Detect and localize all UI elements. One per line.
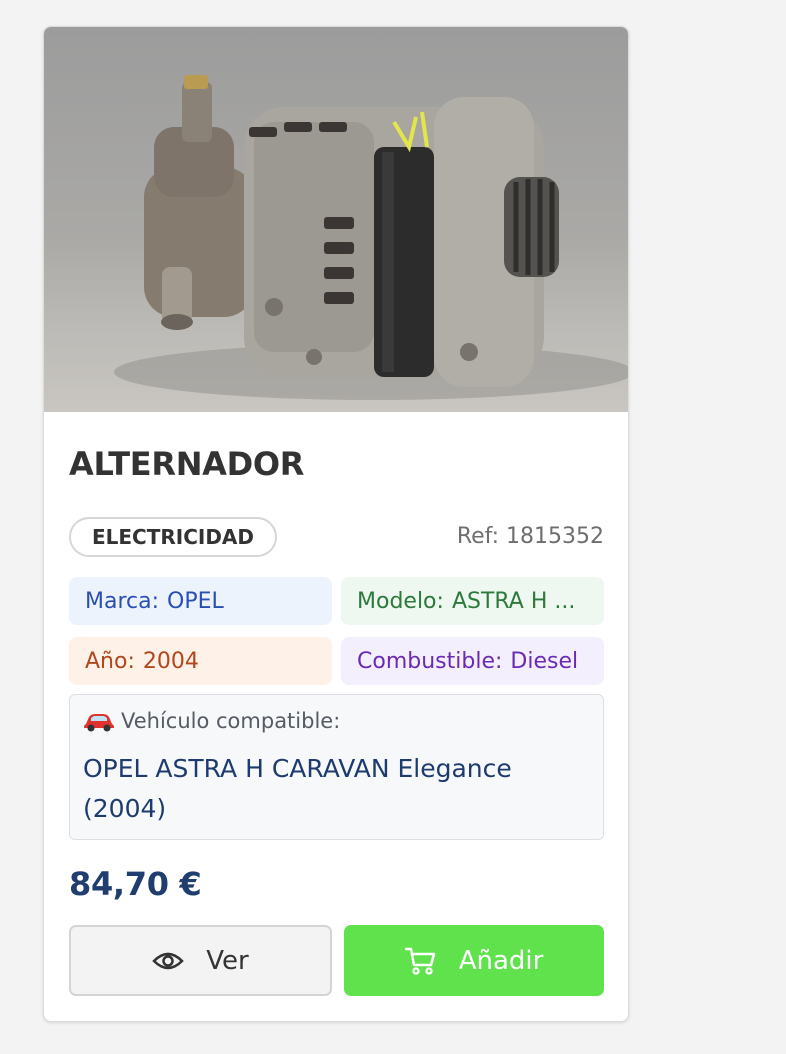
compatible-vehicle-label: Vehículo compatible: xyxy=(121,709,341,733)
brand-chip: Marca: OPEL xyxy=(69,577,332,625)
fuel-value: Diesel xyxy=(510,648,579,674)
brand-label: Marca: xyxy=(85,588,160,614)
add-to-cart-button[interactable]: Añadir xyxy=(344,925,604,996)
year-value: 2004 xyxy=(142,648,199,674)
product-title: ALTERNADOR xyxy=(69,445,305,483)
cart-icon xyxy=(404,946,437,976)
view-button-label: Ver xyxy=(206,945,249,976)
alternator-photo xyxy=(114,75,628,400)
year-chip: Año: 2004 xyxy=(69,637,332,685)
eye-icon xyxy=(152,950,185,972)
product-card: ALTERNADOR ELECTRICIDAD Ref: 1815352 Mar… xyxy=(43,26,629,1022)
compatible-vehicle-heading: Vehículo compatible: xyxy=(83,709,340,733)
fuel-chip: Combustible: Diesel xyxy=(341,637,604,685)
model-value: ASTRA H ... xyxy=(451,588,576,614)
compatible-vehicle-name: OPEL ASTRA H CARAVAN Elegance (2004) xyxy=(83,754,512,823)
brand-value: OPEL xyxy=(167,588,224,614)
car-icon xyxy=(84,714,114,732)
model-label: Modelo: xyxy=(357,588,444,614)
product-image[interactable] xyxy=(44,27,628,412)
product-reference: Ref: 1815352 xyxy=(456,524,604,549)
year-label: Año: xyxy=(85,648,135,674)
category-badge: ELECTRICIDAD xyxy=(69,517,277,557)
product-price: 84,70 € xyxy=(69,865,202,903)
model-chip: Modelo: ASTRA H ... xyxy=(341,577,604,625)
view-button[interactable]: Ver xyxy=(69,925,332,996)
fuel-label: Combustible: xyxy=(357,648,503,674)
add-to-cart-label: Añadir xyxy=(458,945,544,976)
compatible-vehicle-box: Vehículo compatible: OPEL ASTRA H CARAVA… xyxy=(69,694,604,840)
